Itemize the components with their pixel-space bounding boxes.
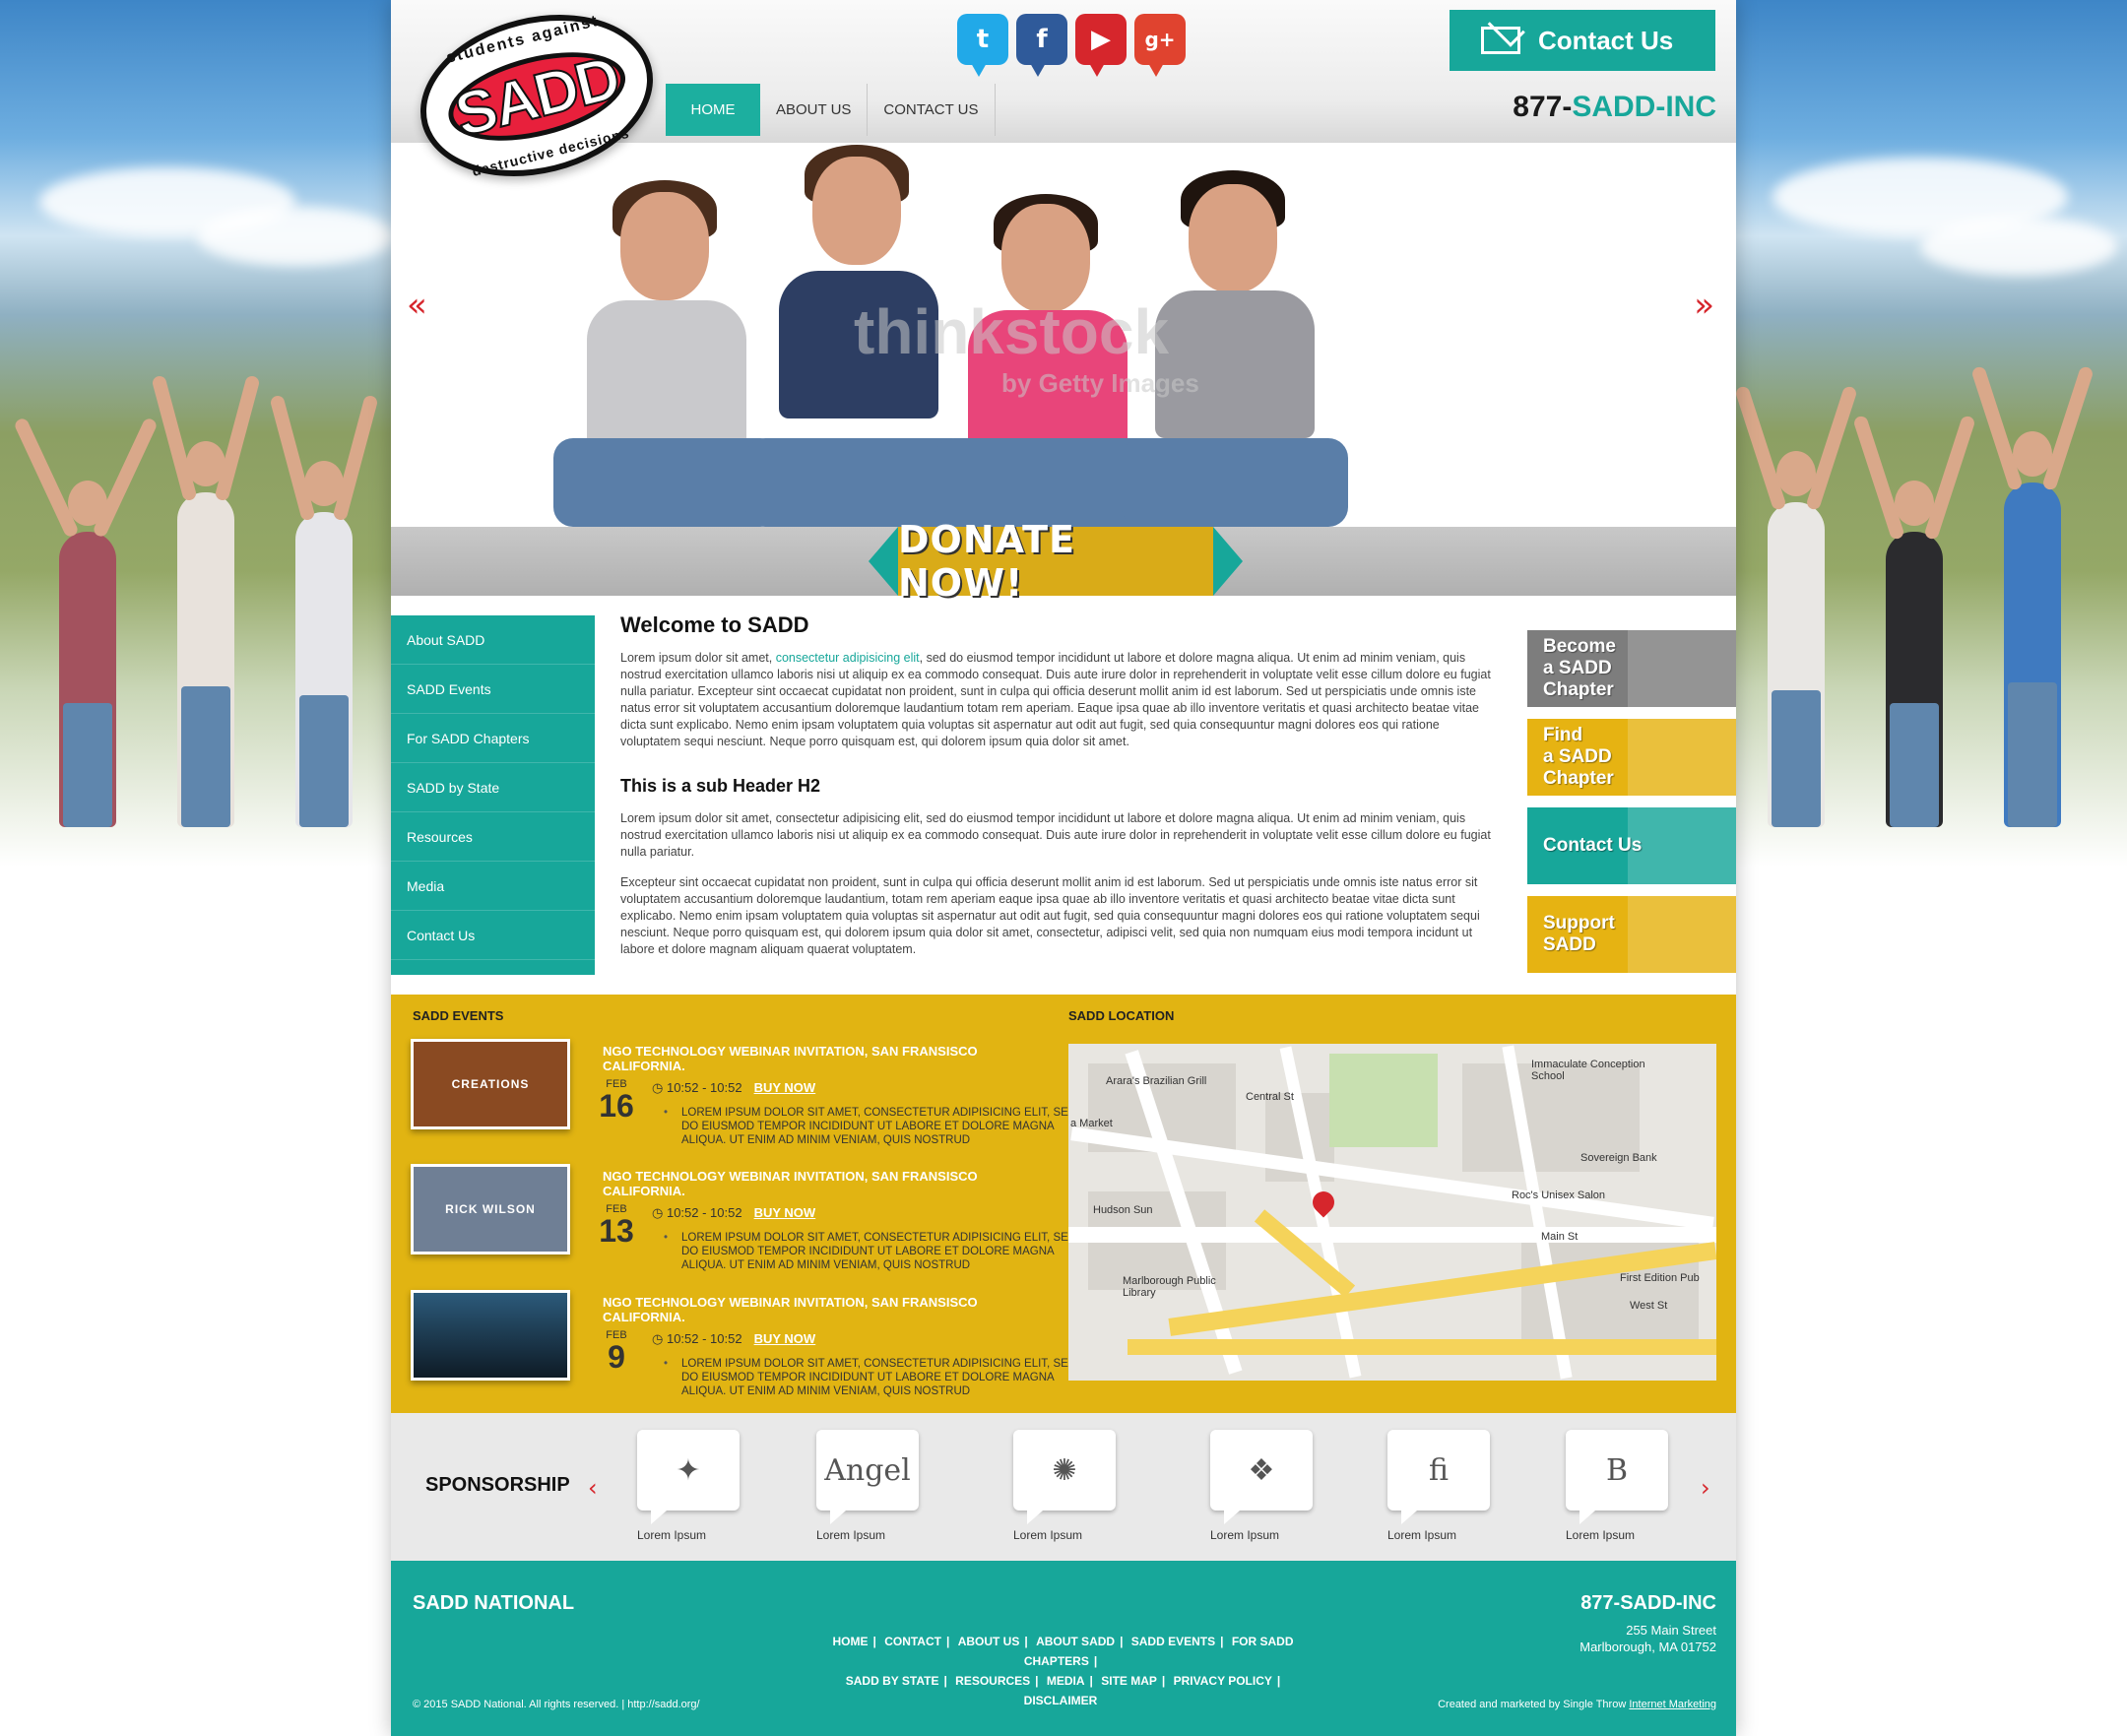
footer-link-resources[interactable]: RESOURCES [955, 1674, 1030, 1688]
event-time: ◷ 10:52 - 10:52 BUY NOW [652, 1331, 816, 1346]
sidebar-item-resources[interactable]: Resources [391, 812, 595, 862]
hero-slider: thinkstock by Getty Images « » [391, 143, 1736, 527]
footer-links: HOME | CONTACT | ABOUT US | ABOUT SADD | SAD… [832, 1635, 1294, 1707]
event-date: FEB 13 [599, 1203, 634, 1249]
body-paragraph: Excepteur sint occaecat cupidatat non pr… [620, 875, 1480, 956]
buy-now-link[interactable]: BUY NOW [754, 1205, 816, 1220]
footer-link-disclaimer[interactable]: DISCLAIMER [1024, 1694, 1098, 1707]
event-title[interactable]: NGO TECHNOLOGY WEBINAR INVITATION, SAN F… [603, 1044, 1061, 1073]
site-footer: SADD NATIONAL 877-SADD-INC 255 Main Stre… [391, 1561, 1736, 1736]
google-plus-icon[interactable]: g+ [1134, 14, 1186, 77]
event-item: CREATIONS NGO TECHNOLOGY WEBINAR INVITAT… [411, 1039, 1076, 1152]
sponsor-logo[interactable]: ❖ Lorem Ipsum [1210, 1430, 1313, 1542]
event-title[interactable]: NGO TECHNOLOGY WEBINAR INVITATION, SAN F… [603, 1169, 1061, 1198]
left-crowd [0, 295, 394, 827]
nav-home[interactable]: HOME [666, 84, 760, 136]
donate-button[interactable]: DONATE NOW! [869, 518, 1243, 605]
header-phone: 877-SADD-INC [1513, 91, 1716, 123]
sponsor-next-icon[interactable]: › [1701, 1474, 1710, 1502]
sponsorship-section: SPONSORSHIP ‹ ✦ Lorem Ipsum Angel Lorem Ip… [391, 1413, 1736, 1561]
right-crowd [1734, 295, 2127, 827]
find-chapter-tile[interactable]: Find a SADD Chapter [1527, 719, 1736, 796]
event-time: ◷ 10:52 - 10:52 BUY NOW [652, 1080, 816, 1095]
page-container: students against SADD destructive decisi… [391, 0, 1736, 1736]
event-thumbnail[interactable] [411, 1290, 570, 1381]
footer-link-sadd-by-state[interactable]: SADD BY STATE [846, 1674, 939, 1688]
location-title: SADD LOCATION [1068, 1008, 1175, 1023]
sponsor-logo[interactable]: fi Lorem Ipsum [1387, 1430, 1490, 1542]
event-time: ◷ 10:52 - 10:52 BUY NOW [652, 1205, 816, 1220]
footer-link-privacy-policy[interactable]: PRIVACY POLICY [1174, 1674, 1272, 1688]
footer-address: 255 Main Street Marlborough, MA 01752 [1579, 1623, 1716, 1654]
promo-tiles: Become a SADD Chapter Find a SADD Chapter Co… [1527, 630, 1736, 985]
footer-link-media[interactable]: MEDIA [1047, 1674, 1085, 1688]
intro-link[interactable]: consectetur adipisicing elit [776, 651, 920, 665]
footer-link-contact[interactable]: CONTACT [884, 1635, 941, 1648]
sponsorship-title: SPONSORSHIP [425, 1474, 570, 1496]
event-thumbnail[interactable]: CREATIONS [411, 1039, 570, 1129]
copyright: © 2015 SADD National. All rights reserve… [413, 1699, 700, 1710]
credit: Created and marketed by Single Throw Int… [1438, 1699, 1716, 1710]
footer-link-sadd-events[interactable]: SADD EVENTS [1131, 1635, 1215, 1648]
event-description: LOREM IPSUM DOLOR SIT AMET, CONSECTETUR … [664, 1231, 1085, 1272]
sidebar: About SADD SADD Events For SADD Chapters… [391, 615, 595, 975]
footer-title: SADD NATIONAL [413, 1592, 575, 1614]
sub-header: This is a sub Header H2 [620, 776, 821, 796]
event-date: FEB 16 [599, 1078, 634, 1124]
event-date: FEB 9 [606, 1329, 627, 1375]
credit-link[interactable]: Internet Marketing [1629, 1699, 1716, 1710]
become-chapter-tile[interactable]: Become a SADD Chapter [1527, 630, 1736, 707]
footer-link-site-map[interactable]: SITE MAP [1101, 1674, 1157, 1688]
buy-now-link[interactable]: BUY NOW [754, 1331, 816, 1346]
site-header: students against SADD destructive decisi… [391, 0, 1736, 200]
envelope-icon [1481, 27, 1520, 54]
sidebar-item-contact-us[interactable]: Contact Us [391, 911, 595, 960]
support-sadd-tile[interactable]: Support SADD [1527, 896, 1736, 973]
sponsor-prev-icon[interactable]: ‹ [588, 1474, 598, 1502]
event-title[interactable]: NGO TECHNOLOGY WEBINAR INVITATION, SAN F… [603, 1295, 1061, 1324]
sponsor-logo[interactable]: ✦ Lorem Ipsum [637, 1430, 740, 1542]
youtube-icon[interactable]: ▶ [1075, 14, 1127, 77]
main-nav: HOME ABOUT US CONTACT US [666, 84, 996, 136]
contact-us-tile[interactable]: Contact Us [1527, 807, 1736, 884]
slider-prev-icon[interactable]: « [407, 286, 427, 325]
clock-icon: ◷ [652, 1080, 667, 1095]
sidebar-item-for-sadd-chapters[interactable]: For SADD Chapters [391, 714, 595, 763]
footer-link-home[interactable]: HOME [833, 1635, 869, 1648]
sidebar-item-media[interactable]: Media [391, 862, 595, 911]
sidebar-item-about-sadd[interactable]: About SADD [391, 615, 595, 665]
sponsor-logo[interactable]: B Lorem Ipsum [1566, 1430, 1668, 1542]
clock-icon: ◷ [652, 1205, 667, 1220]
social-links: t f ▶ g+ [957, 14, 1186, 77]
hero-person [553, 143, 780, 527]
intro-paragraph: Lorem ipsum dolor sit amet, consectetur … [620, 651, 1491, 748]
sidebar-item-sadd-events[interactable]: SADD Events [391, 665, 595, 714]
main-content: Welcome to SADD Lorem ipsum dolor sit am… [620, 612, 1497, 972]
page-title: Welcome to SADD [620, 612, 809, 637]
stock-watermark: thinkstock by Getty Images [854, 296, 1199, 398]
footer-link-about-sadd[interactable]: ABOUT SADD [1036, 1635, 1115, 1648]
sidebar-item-sadd-by-state[interactable]: SADD by State [391, 763, 595, 812]
facebook-icon[interactable]: f [1016, 14, 1067, 77]
sponsor-logo[interactable]: ✺ Lorem Ipsum [1013, 1430, 1116, 1542]
event-thumbnail[interactable]: RICK WILSON [411, 1164, 570, 1254]
nav-about-us[interactable]: ABOUT US [760, 84, 869, 136]
slider-next-icon[interactable]: » [1694, 286, 1714, 325]
location-map[interactable]: Arara's Brazilian Grill Central St Immac… [1068, 1044, 1716, 1381]
buy-now-link[interactable]: BUY NOW [754, 1080, 816, 1095]
event-item: RICK WILSON NGO TECHNOLOGY WEBINAR INVIT… [411, 1164, 1076, 1277]
event-item: NGO TECHNOLOGY WEBINAR INVITATION, SAN F… [411, 1290, 1076, 1403]
event-description: LOREM IPSUM DOLOR SIT AMET, CONSECTETUR … [664, 1357, 1085, 1398]
footer-link-about-us[interactable]: ABOUT US [958, 1635, 1020, 1648]
twitter-icon[interactable]: t [957, 14, 1008, 77]
footer-phone: 877-SADD-INC [1580, 1592, 1716, 1614]
event-description: LOREM IPSUM DOLOR SIT AMET, CONSECTETUR … [664, 1106, 1085, 1147]
events-title: SADD EVENTS [413, 1008, 504, 1023]
clock-icon: ◷ [652, 1331, 667, 1346]
header-contact-button[interactable]: Contact Us [1450, 10, 1715, 71]
body-paragraph: Lorem ipsum dolor sit amet, consectetur … [620, 811, 1491, 859]
sponsor-logo[interactable]: Angel Lorem Ipsum [816, 1430, 919, 1542]
nav-contact-us[interactable]: CONTACT US [868, 84, 996, 136]
